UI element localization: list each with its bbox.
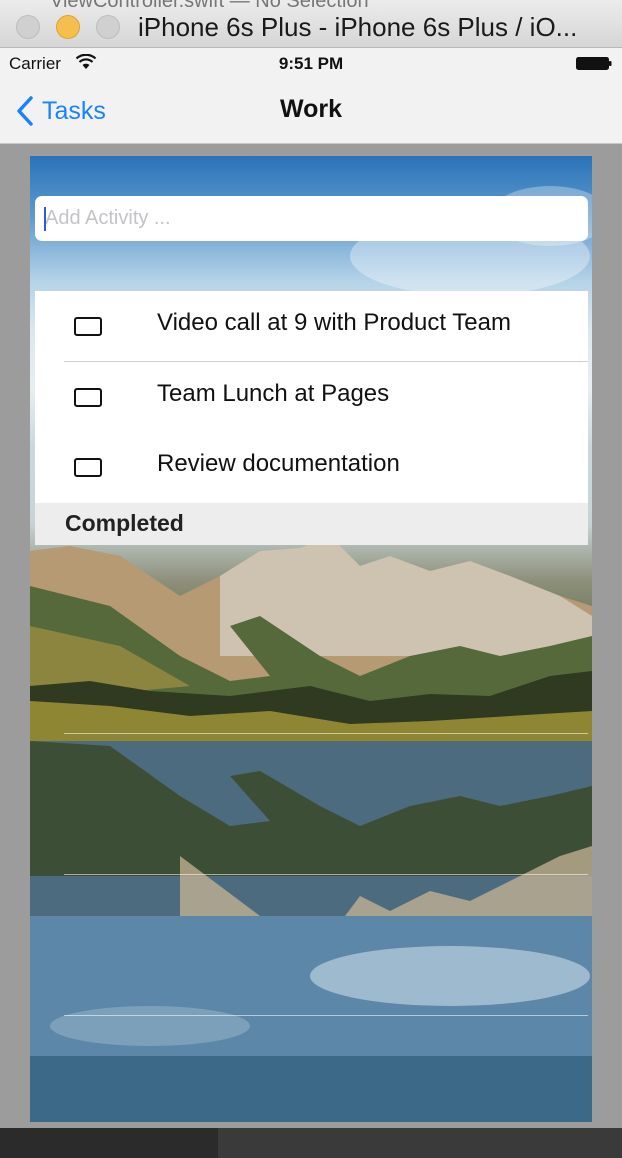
status-bar: Carrier 9:51 PM (0, 48, 622, 78)
task-label: Review documentation (157, 450, 400, 477)
status-time: 9:51 PM (278, 54, 344, 73)
empty-row-divider (64, 1015, 588, 1016)
battery-icon (576, 57, 612, 70)
task-row[interactable]: Video call at 9 with Product Team (35, 291, 588, 362)
task-row[interactable]: Review documentation (35, 432, 588, 503)
text-cursor (44, 207, 46, 231)
checkbox-icon[interactable] (74, 458, 102, 477)
minimize-window-button[interactable] (56, 15, 80, 39)
empty-row-divider (64, 874, 588, 875)
background-window (218, 1128, 622, 1158)
checkbox-icon[interactable] (74, 387, 102, 407)
window-title: iPhone 6s Plus - iPhone 6s Plus / iO... (138, 12, 578, 42)
empty-row-divider (64, 733, 588, 734)
completed-section-header: Completed (35, 502, 588, 545)
task-label: Team Lunch at Pages (157, 379, 390, 407)
checkbox-icon[interactable] (74, 317, 102, 336)
page-title: Work (279, 95, 343, 123)
task-label: Video call at 9 with Product Team (157, 309, 511, 336)
navigation-bar: Tasks Work (0, 78, 622, 144)
desktop-background (0, 1128, 622, 1158)
background-image: Video call at 9 with Product Team Team L… (30, 156, 592, 1122)
phone-screen: Carrier 9:51 PM Tasks Work Add Activity … (0, 48, 622, 1128)
add-activity-input[interactable] (35, 196, 588, 241)
close-window-button[interactable] (16, 15, 40, 39)
simulator-window: ViewController.swift — No Selection iPho… (0, 0, 622, 1158)
task-list: Video call at 9 with Product Team Team L… (35, 291, 588, 545)
window-titlebar: ViewController.swift — No Selection iPho… (0, 0, 622, 48)
task-row[interactable]: Team Lunch at Pages (35, 362, 588, 433)
zoom-window-button[interactable] (96, 15, 120, 39)
